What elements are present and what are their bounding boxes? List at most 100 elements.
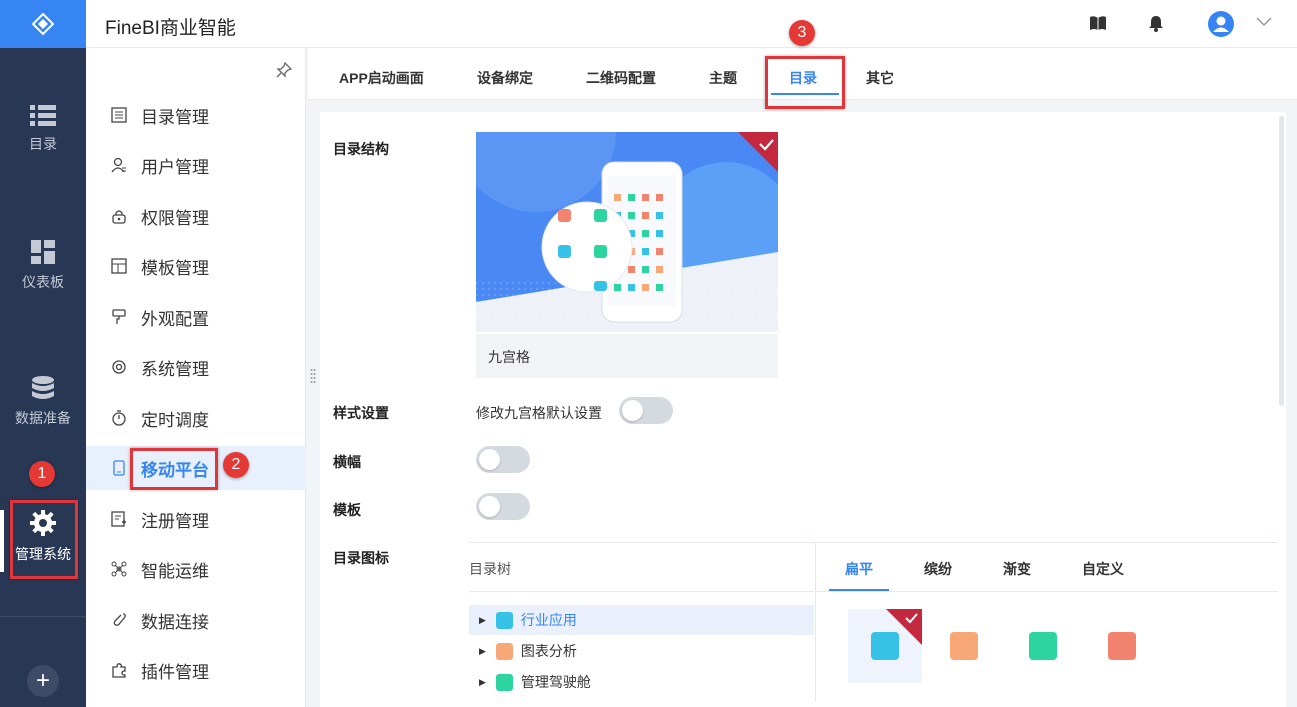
style-settings-label: 样式设置 [333, 405, 389, 421]
folder-icon [495, 673, 513, 691]
settings-icon [112, 360, 126, 374]
app-logo[interactable] [0, 0, 86, 48]
tree-row-label: 行业应用 [520, 612, 577, 628]
template-label: 模板 [333, 502, 361, 518]
sidebar-item-paint-roller[interactable]: 外观配置 [86, 295, 306, 339]
icon-option[interactable] [1006, 609, 1080, 683]
expand-arrow-icon[interactable]: ▶ [479, 615, 486, 626]
search-magnifier-icon [1029, 632, 1057, 660]
logo-icon [32, 13, 54, 35]
app-title: FineBI商业智能 [105, 18, 236, 39]
nine-grid-preview[interactable] [476, 132, 778, 332]
timer-icon [112, 410, 126, 426]
register-icon [111, 511, 126, 527]
sidebar-item-register[interactable]: 注册管理 [86, 497, 306, 541]
chevron-down-icon[interactable] [1256, 14, 1272, 30]
rail-item-data-prep[interactable]: 数据准备 [0, 376, 86, 428]
avatar[interactable] [1208, 11, 1234, 37]
lock-icon [112, 210, 126, 224]
sidebar-item-label: 注册管理 [141, 511, 209, 531]
rail-item-directory[interactable]: 目录 [0, 104, 86, 154]
tree-row[interactable]: ▶ 管理驾驶舱 [469, 667, 814, 697]
icon-option[interactable] [1085, 609, 1159, 683]
resize-handle[interactable] [310, 368, 316, 386]
sidebar-item-directory[interactable]: 目录管理 [86, 93, 306, 137]
pin-icon[interactable] [276, 61, 293, 81]
tab-gradient[interactable]: 渐变 [1003, 559, 1031, 579]
selected-check-icon [886, 609, 922, 645]
sidebar-item-lock[interactable]: 权限管理 [86, 194, 306, 238]
tab-app-launch[interactable]: APP启动画面 [339, 68, 424, 88]
tree-row[interactable]: ▶ 图表分析 [469, 636, 814, 666]
add-button[interactable]: + [27, 665, 59, 697]
sidebar-item-label: 智能运维 [141, 561, 209, 581]
directory-tree-panel: 目录树 ▶ 行业应用 ▶ 图表分析 ▶ 管理驾驶舱 [469, 542, 814, 702]
banner-toggle[interactable] [476, 446, 530, 473]
highlight-admin-system [10, 500, 78, 579]
sidebar-item-template[interactable]: 模板管理 [86, 244, 306, 288]
template-toggle[interactable] [476, 493, 530, 520]
tree-header: 目录树 [469, 561, 511, 577]
rail-item-label: 目录 [29, 136, 57, 152]
preview-caption: 九宫格 [476, 334, 778, 378]
rail-item-label: 仪表板 [22, 274, 64, 290]
sidebar-item-timer[interactable]: 定时调度 [86, 396, 306, 440]
icon-option[interactable] [927, 609, 1001, 683]
step-badge-2: 2 [223, 452, 249, 478]
main-nav-rail: 目录 仪表板 数据准备 管理系统 + [0, 0, 86, 707]
top-header: FineBI商业智能 [86, 0, 1297, 48]
folder-icon [495, 611, 513, 629]
rail-item-label: 数据准备 [15, 410, 71, 426]
sidebar-item-link[interactable]: 数据连接 [86, 598, 306, 642]
tab-theme[interactable]: 主题 [709, 68, 737, 88]
sidebar-item-label: 模板管理 [141, 258, 209, 278]
highlight-mobile-platform [130, 448, 218, 490]
dashboard-icon [31, 240, 55, 264]
link-icon [113, 613, 126, 626]
sidebar-item-label: 定时调度 [141, 410, 209, 430]
sidebar-item-label: 目录管理 [141, 107, 209, 127]
modify-nine-grid-label: 修改九宫格默认设置 [476, 405, 602, 421]
admin-sidebar: 目录管理 用户管理 权限管理 模板管理 外观配置 系统管理 定时调度 移动平台 注册管理 智能运维… [86, 48, 306, 707]
mobile-icon [113, 460, 125, 476]
tree-row[interactable]: ▶ 行业应用 [469, 605, 814, 635]
list-icon [30, 105, 56, 126]
expand-arrow-icon[interactable]: ▶ [479, 646, 486, 657]
directory-structure-label: 目录结构 [333, 141, 389, 157]
directory-icon-label: 目录图标 [333, 550, 389, 566]
scrollbar[interactable] [1279, 116, 1284, 406]
sidebar-item-ops[interactable]: 智能运维 [86, 547, 306, 591]
rail-divider [0, 616, 86, 617]
tree-divider [469, 591, 814, 592]
tree-row-label: 图表分析 [520, 643, 577, 659]
icon-style-panel: 扁平 缤纷 渐变 自定义 [815, 542, 1278, 702]
tree-row-label: 管理驾驶舱 [520, 674, 591, 690]
bell-icon[interactable] [1148, 15, 1164, 32]
sidebar-item-settings[interactable]: 系统管理 [86, 345, 306, 389]
tab-device-binding[interactable]: 设备绑定 [477, 68, 533, 88]
directory-icon [111, 107, 127, 123]
modify-nine-grid-toggle[interactable] [619, 397, 673, 424]
sidebar-item-user[interactable]: 用户管理 [86, 143, 306, 187]
paint-roller-icon [112, 309, 126, 324]
sidebar-item-label: 插件管理 [141, 662, 209, 682]
banner-label: 横幅 [333, 454, 361, 470]
document-icon [1108, 632, 1136, 660]
step-badge-1: 1 [29, 461, 55, 487]
icon-option[interactable] [848, 609, 922, 683]
user-icon [111, 157, 126, 173]
expand-arrow-icon[interactable]: ▶ [479, 677, 486, 688]
tab-qrcode-config[interactable]: 二维码配置 [586, 68, 656, 88]
tab-flat[interactable]: 扁平 [845, 559, 873, 579]
sidebar-item-label: 外观配置 [141, 309, 209, 329]
book-icon[interactable] [1089, 15, 1107, 31]
folder-icon [495, 642, 513, 660]
sidebar-item-label: 权限管理 [141, 208, 209, 228]
tab-custom[interactable]: 自定义 [1082, 559, 1124, 579]
rail-item-dashboard[interactable]: 仪表板 [0, 240, 86, 292]
tab-other[interactable]: 其它 [866, 68, 894, 88]
tab-colorful[interactable]: 缤纷 [924, 559, 952, 579]
sidebar-item-plugin[interactable]: 插件管理 [86, 648, 306, 692]
template-icon [111, 258, 127, 274]
step-badge-3: 3 [789, 20, 815, 46]
